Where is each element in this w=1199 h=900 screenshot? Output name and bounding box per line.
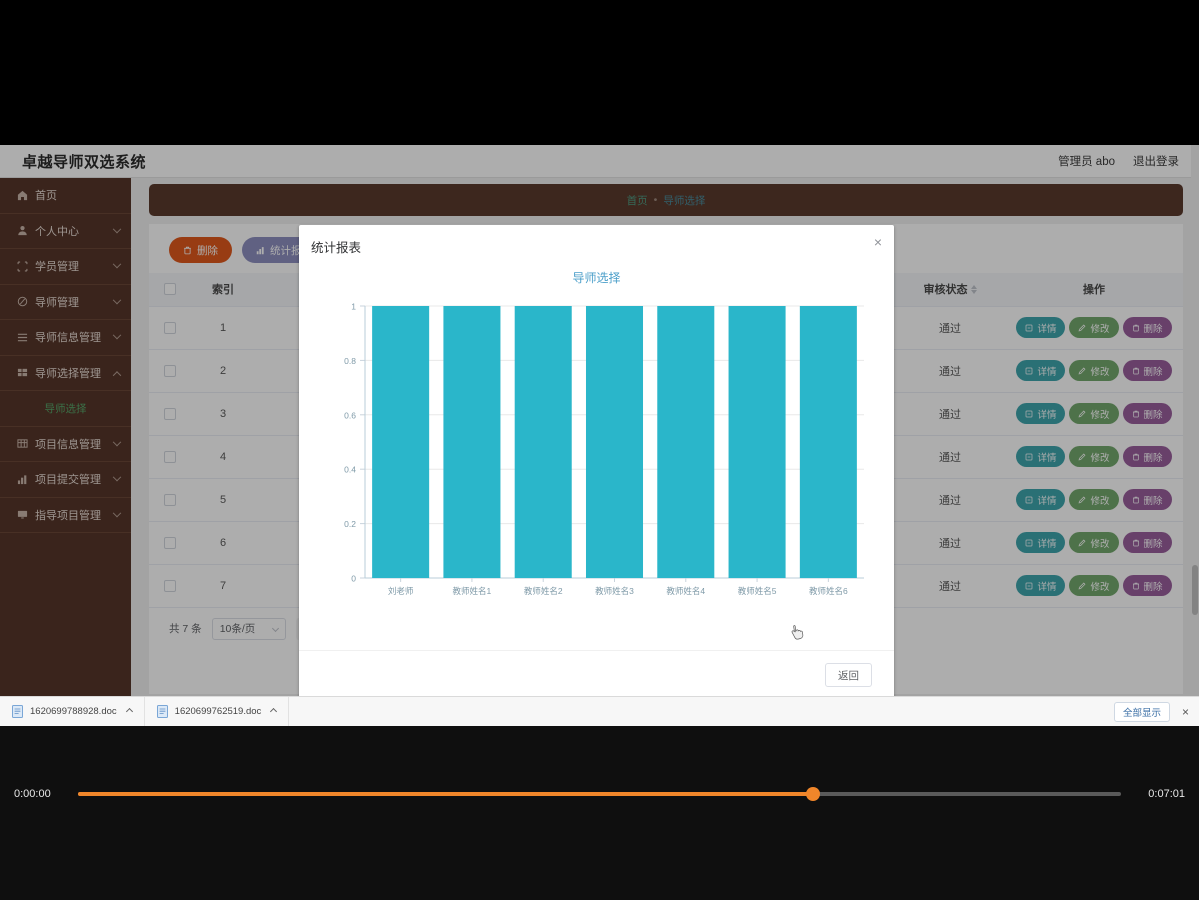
seek-bar-fill [78, 792, 814, 796]
total-time-label: 0:07:01 [1148, 788, 1185, 800]
back-button[interactable]: 返回 [825, 663, 872, 687]
x-tick-label: 教师姓名3 [595, 586, 634, 596]
x-tick-label: 教师姓名2 [524, 586, 563, 596]
svg-text:1: 1 [351, 302, 356, 312]
show-all-downloads-button[interactable]: 全部显示 [1113, 701, 1170, 722]
bar[interactable] [728, 306, 786, 578]
download-bar-actions: 全部显示 × [1113, 701, 1199, 722]
bar-chart-svg[interactable]: 0 0.2 0.4 0.6 0.8 1 刘老师 教师姓名1 教师姓名2 教师姓名3 教师姓名4 教师姓… [299, 286, 894, 626]
browser-download-bar: 1620699788928.doc 1620699762519.doc 全部显示… [0, 696, 1199, 727]
chevron-up-icon[interactable] [125, 707, 133, 716]
bar[interactable] [514, 306, 572, 578]
video-player: 0:00:00 0:07:01 springboot112基于Spring Bo… [0, 726, 1199, 900]
bar[interactable] [585, 306, 644, 578]
x-tick-label: 刘老师 [388, 586, 414, 596]
chart-title: 导师选择 [572, 271, 621, 285]
doc-file-icon [156, 705, 168, 718]
dialog-footer: 返回 [299, 650, 894, 696]
close-icon[interactable]: × [1182, 706, 1189, 718]
download-file-name: 1620699762519.doc [174, 706, 262, 717]
current-time-label: 0:00:00 [14, 788, 51, 800]
download-file-name: 1620699788928.doc [30, 706, 117, 717]
dialog-header: 统计报表 × [299, 225, 894, 265]
video-letterbox-top [0, 0, 1199, 145]
seek-bar-handle[interactable] [806, 787, 821, 801]
chevron-up-icon[interactable] [270, 707, 278, 716]
svg-text:0.6: 0.6 [344, 410, 356, 420]
progress-row: 0:00:00 0:07:01 [0, 784, 1199, 804]
x-tick-label: 教师姓名6 [809, 586, 848, 596]
doc-file-icon [12, 705, 23, 718]
statistics-report-dialog: 统计报表 × 导师选择 0 0.2 0.4 0.6 0.8 1 刘老师 教师姓名1 教师姓名2 教… [299, 225, 894, 696]
svg-text:0.8: 0.8 [344, 356, 356, 366]
x-tick-label: 教师姓名1 [453, 586, 492, 596]
svg-text:0: 0 [351, 574, 356, 584]
bar-chart: 0 0.2 0.4 0.6 0.8 1 刘老师 教师姓名1 教师姓名2 教师姓名3 教师姓名4 教师姓… [299, 286, 894, 631]
screen-root: 卓越导师双选系统 管理员 abo 退出登录 首页 个人中心 学员管理 导师管理 … [0, 0, 1199, 900]
bar[interactable] [799, 306, 857, 578]
svg-text:0.4: 0.4 [344, 465, 356, 475]
download-item[interactable]: 1620699788928.doc [0, 696, 145, 727]
close-icon[interactable]: × [874, 235, 882, 249]
svg-text:0.2: 0.2 [344, 519, 356, 529]
x-tick-label: 教师姓名5 [738, 586, 777, 596]
bar[interactable] [443, 306, 501, 578]
bar[interactable] [657, 306, 715, 578]
dialog-title: 统计报表 [311, 241, 362, 255]
x-tick-label: 教师姓名4 [666, 586, 705, 596]
seek-bar[interactable] [78, 787, 1121, 801]
download-item[interactable]: 1620699762519.doc [145, 696, 290, 727]
bar[interactable] [372, 306, 430, 578]
web-app-viewport: 卓越导师双选系统 管理员 abo 退出登录 首页 个人中心 学员管理 导师管理 … [0, 145, 1199, 696]
